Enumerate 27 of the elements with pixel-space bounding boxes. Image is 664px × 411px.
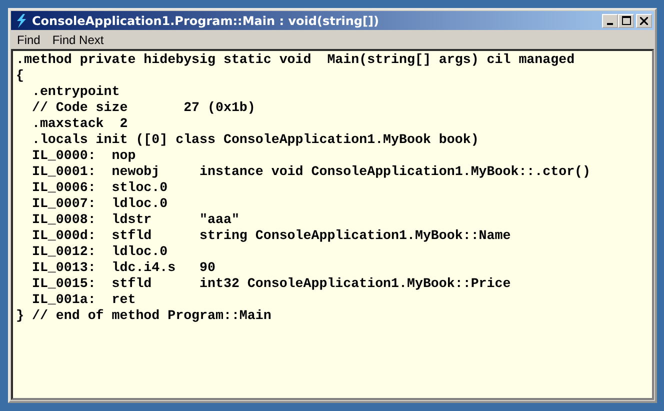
minimize-button[interactable] <box>602 14 618 28</box>
code-line: IL_0006: stloc.0 <box>30 180 169 196</box>
menu-item[interactable]: Find <box>11 32 46 46</box>
maximize-icon <box>622 16 630 25</box>
maximize-button[interactable] <box>618 14 634 28</box>
code-line: .maxstack 2 <box>30 116 129 132</box>
code-line: IL_001a: ret <box>30 292 137 308</box>
code-line: IL_0000: nop <box>30 148 137 164</box>
code-line: IL_0007: ldloc.0 <box>30 196 169 212</box>
code-line: IL_0001: newobj instance void ConsoleApplication1.MyBook::.ctor() <box>30 164 592 180</box>
close-button[interactable] <box>636 14 652 28</box>
code-line: .method private hidebysig static void Main(string[] args) cil managed <box>16 52 576 68</box>
code-line: IL_0013: ldc.i4.s 90 <box>30 260 216 276</box>
lightning-icon <box>15 14 27 28</box>
code-line: IL_000d: stfld string ConsoleApplication1.MyBook::Name <box>30 228 512 244</box>
code-line: IL_0008: ldstr "aaa" <box>30 212 240 228</box>
close-icon <box>640 16 648 24</box>
code-line: } // end of method Program::Main <box>16 308 272 324</box>
window-title: ConsoleApplication1.Program::Main : void(string[]) <box>32 14 380 28</box>
minimize-icon <box>607 22 613 24</box>
code-line: IL_0015: stfld int32 ConsoleApplication1.MyBook::Price <box>30 276 512 292</box>
code-line: { <box>16 68 25 84</box>
code-line: .locals init ([0] class ConsoleApplication1.MyBook book) <box>30 132 480 148</box>
code-line: IL_0012: ldloc.0 <box>30 244 169 260</box>
menu-item[interactable]: Find Next <box>46 32 110 46</box>
code-line: .entrypoint <box>30 84 121 100</box>
code-line: // Code size 27 (0x1b) <box>30 100 256 116</box>
